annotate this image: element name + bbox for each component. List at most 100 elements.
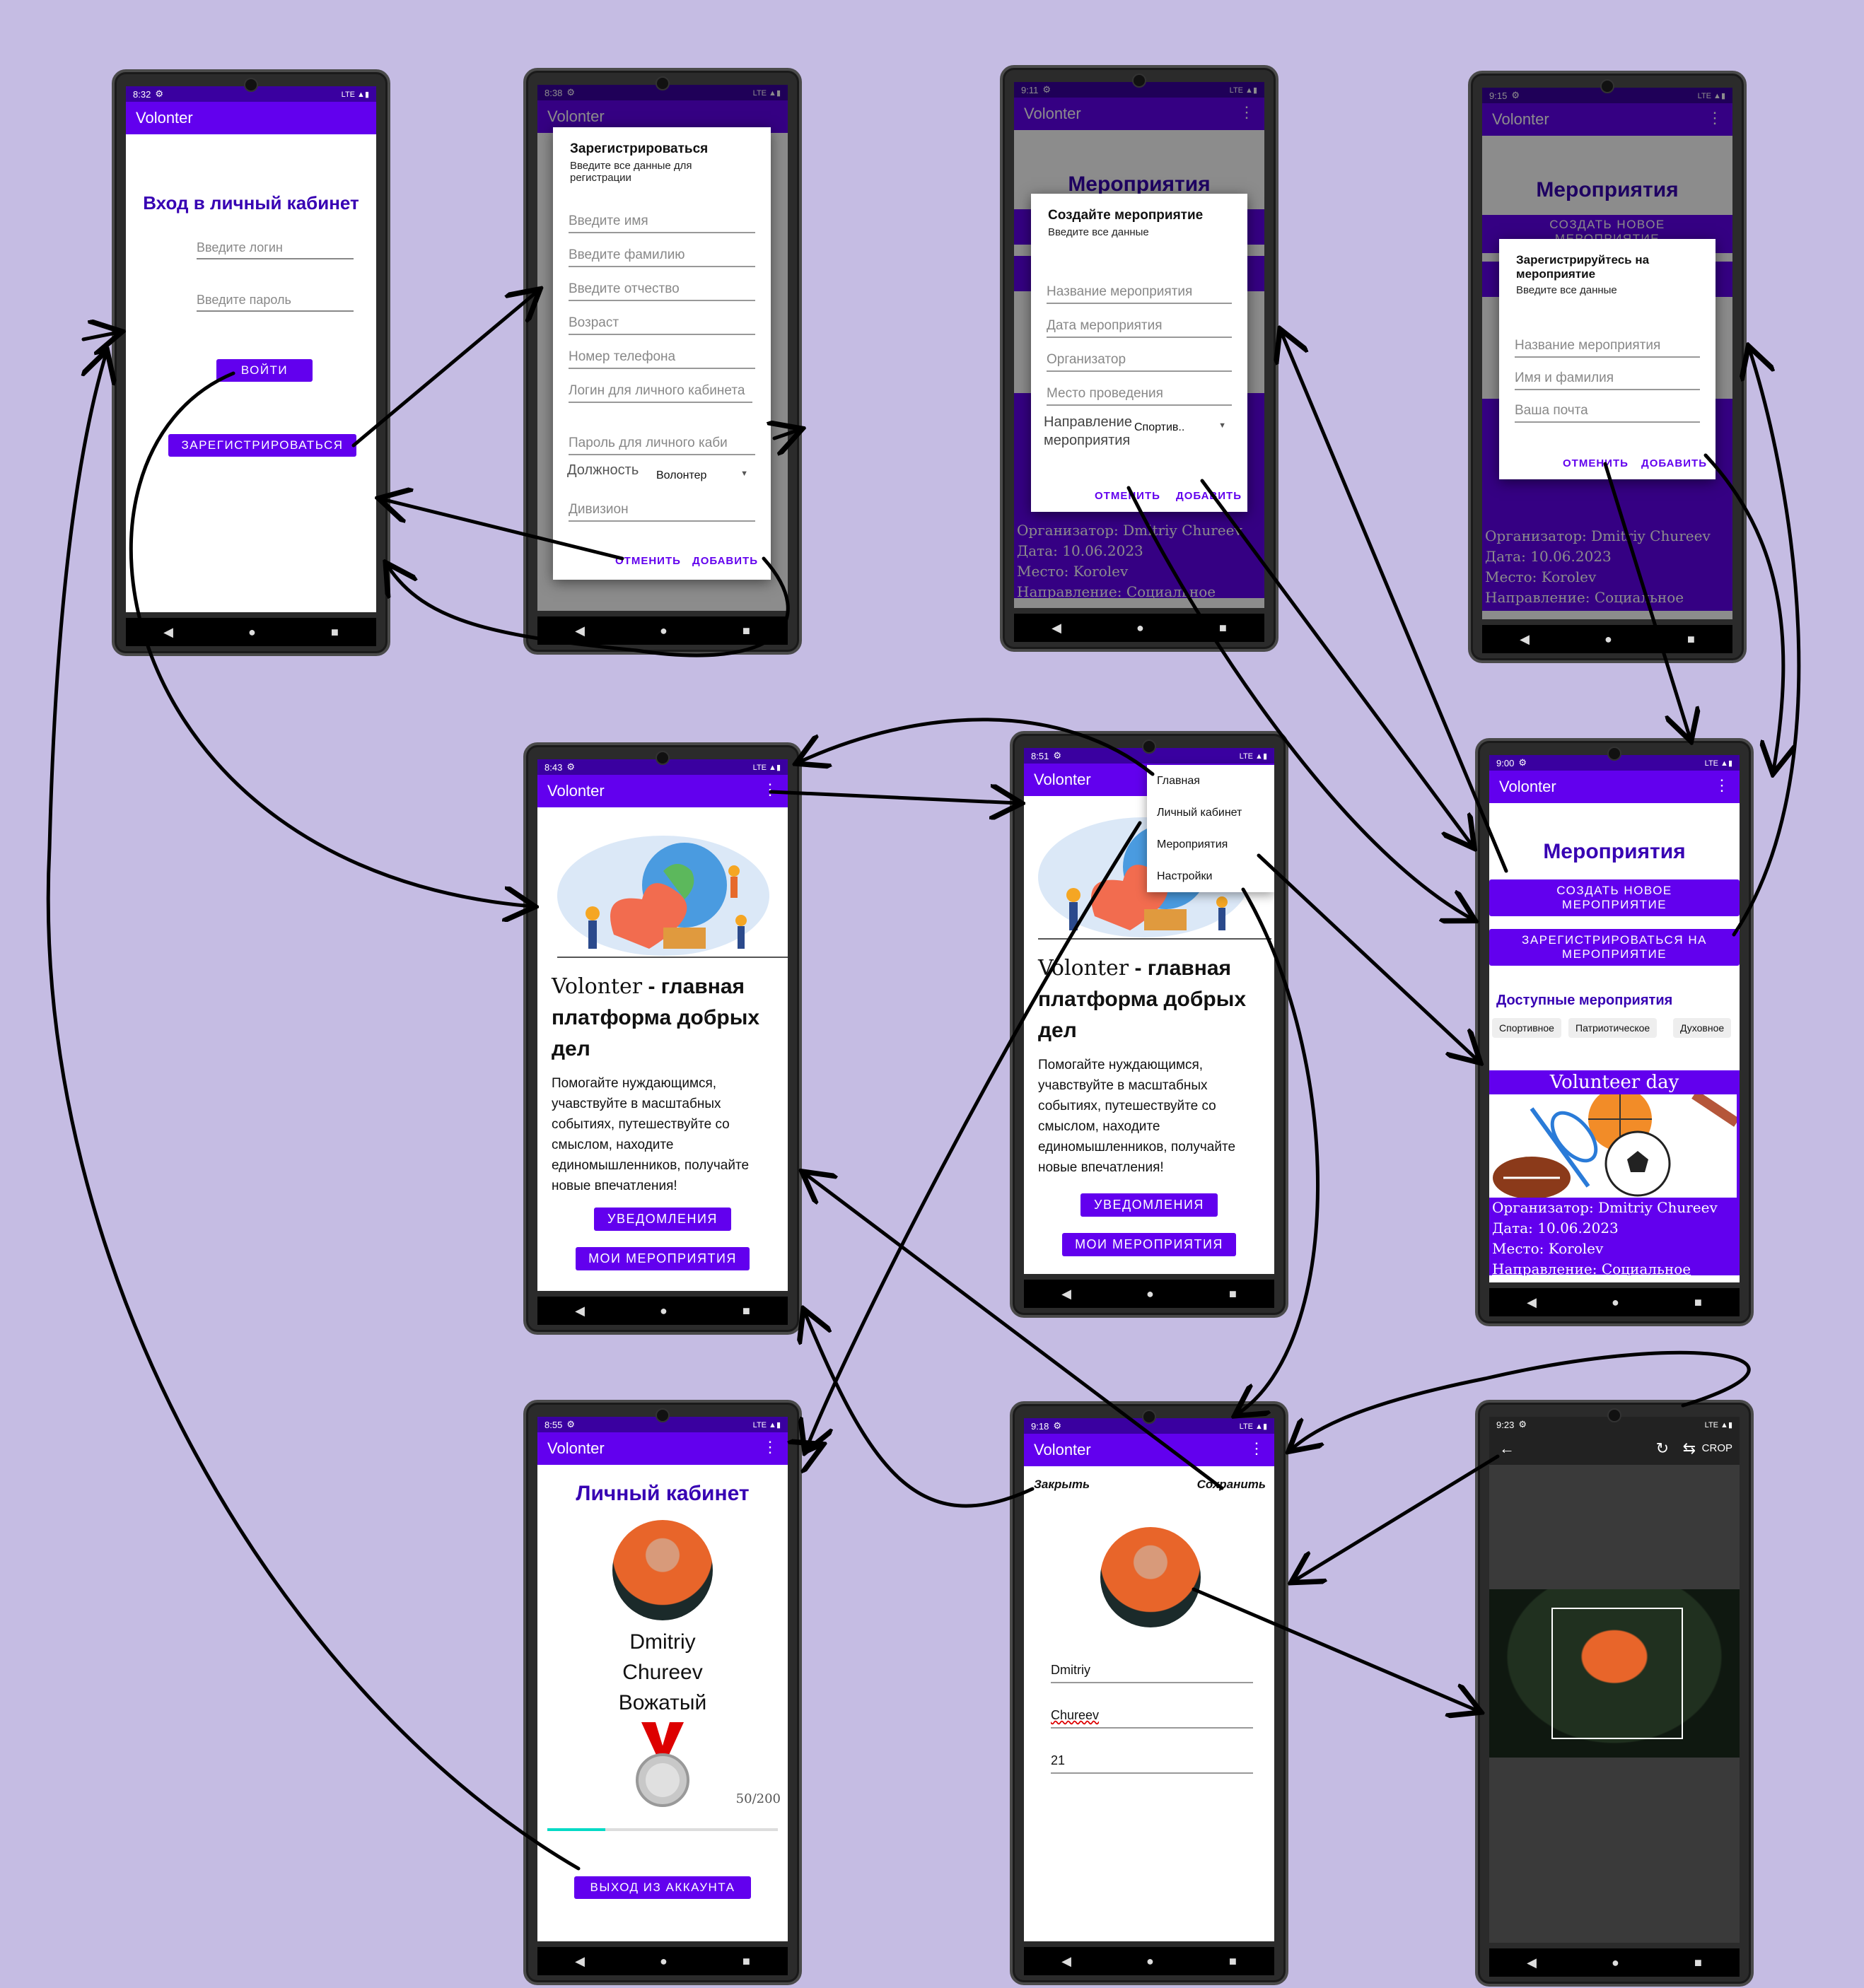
email-field[interactable]: Ваша почта — [1515, 403, 1700, 423]
dialog-subtitle: Введите все данные для регистрации — [570, 160, 692, 184]
direction-select[interactable]: Спортив.. ▼ — [1134, 421, 1226, 434]
login-field[interactable]: Логин для личного кабинета — [569, 383, 752, 403]
menu-item-events[interactable]: Мероприятия — [1147, 829, 1274, 860]
password-field[interactable]: Введите пароль — [197, 293, 354, 312]
direction-value: Спортив.. — [1134, 421, 1185, 433]
cancel-button[interactable]: ОТМЕНИТЬ — [1563, 457, 1629, 469]
role-select[interactable]: Волонтер ▼ — [656, 469, 748, 482]
avatar[interactable] — [612, 1520, 713, 1620]
my-events-button[interactable]: МОИ МЕРОПРИЯТИЯ — [576, 1247, 750, 1270]
recents-icon[interactable]: ■ — [1229, 1954, 1237, 1969]
flip-icon[interactable]: ⇆ — [1683, 1439, 1696, 1458]
join-event-button[interactable]: ЗАРЕГИСТРИРОВАТЬСЯ НА МЕРОПРИЯТИЕ — [1489, 929, 1740, 966]
division-field[interactable]: Дивизион — [569, 502, 755, 522]
nav-bar: ◀ ● ■ — [126, 618, 376, 646]
home-icon[interactable]: ● — [1146, 1954, 1154, 1969]
crop-frame[interactable] — [1551, 1608, 1683, 1739]
notifications-button[interactable]: УВЕДОМЛЕНИЯ — [594, 1208, 731, 1231]
crop-button[interactable]: CROP — [1702, 1442, 1732, 1454]
back-icon[interactable]: ◀ — [1061, 1954, 1071, 1969]
screen-events: 9:00 ⚙ LTE ▲▮ Volonter ⋮ Мероприятия СОЗДАТ… — [1489, 755, 1740, 1282]
password-field[interactable]: Пароль для личного каби — [569, 435, 755, 455]
settings-icon: ⚙ — [566, 761, 575, 772]
close-button[interactable]: Закрыть — [1034, 1478, 1090, 1492]
phone-create-event: 9:11 ⚙ LTE ▲▮ Volonter ⋮ Мероприятия Органи… — [1000, 65, 1278, 652]
back-icon[interactable]: ◀ — [575, 624, 585, 638]
cancel-button[interactable]: ОТМЕНИТЬ — [615, 555, 681, 567]
first-name-field[interactable]: Введите имя — [569, 214, 755, 233]
home-icon[interactable]: ● — [660, 624, 668, 638]
first-name-input[interactable]: Dmitriy — [1051, 1663, 1253, 1683]
create-event-button[interactable]: СОЗДАТЬ НОВОЕ МЕРОПРИЯТИЕ — [1489, 879, 1740, 916]
last-name-input[interactable]: Chureev — [1051, 1708, 1253, 1729]
menu-item-profile[interactable]: Личный кабинет — [1147, 797, 1274, 829]
overflow-menu-icon[interactable]: ⋮ — [1249, 1441, 1264, 1456]
settings-icon: ⚙ — [155, 88, 163, 99]
recents-icon[interactable]: ■ — [1687, 632, 1695, 647]
home-icon[interactable]: ● — [1136, 621, 1144, 636]
chip-sport[interactable]: Спортивное — [1492, 1018, 1561, 1038]
avatar[interactable] — [1100, 1527, 1201, 1627]
home-icon[interactable]: ● — [248, 625, 256, 640]
camera — [1142, 739, 1156, 754]
event-name-field[interactable]: Название мероприятия — [1515, 338, 1700, 358]
logout-button[interactable]: ВЫХОД ИЗ АККАУНТА — [574, 1876, 751, 1899]
middle-name-field[interactable]: Введите отчество — [569, 281, 755, 301]
save-button[interactable]: Сохранить — [1197, 1478, 1266, 1492]
menu-item-home[interactable]: Главная — [1147, 765, 1274, 797]
recents-icon[interactable]: ■ — [742, 624, 750, 638]
back-icon[interactable]: ◀ — [575, 1304, 585, 1318]
back-icon[interactable]: ◀ — [1520, 632, 1530, 647]
recents-icon[interactable]: ■ — [1229, 1287, 1237, 1302]
notifications-button[interactable]: УВЕДОМЛЕНИЯ — [1080, 1193, 1218, 1217]
full-name-field[interactable]: Имя и фамилия — [1515, 370, 1700, 390]
home-icon[interactable]: ● — [1604, 632, 1612, 647]
recents-icon[interactable]: ■ — [742, 1954, 750, 1969]
cancel-button[interactable]: ОТМЕНИТЬ — [1095, 490, 1160, 502]
home-icon[interactable]: ● — [1612, 1955, 1619, 1970]
arrow-back-icon[interactable]: ← — [1499, 1439, 1515, 1458]
recents-icon[interactable]: ■ — [742, 1304, 750, 1318]
overflow-menu-icon[interactable]: ⋮ — [762, 1439, 778, 1455]
age-input[interactable]: 21 — [1051, 1753, 1253, 1774]
recents-icon[interactable]: ■ — [331, 625, 339, 640]
recents-icon[interactable]: ■ — [1694, 1295, 1702, 1310]
back-icon[interactable]: ◀ — [163, 625, 173, 640]
my-events-button[interactable]: МОИ МЕРОПРИЯТИЯ — [1062, 1233, 1236, 1256]
home-icon[interactable]: ● — [660, 1304, 668, 1318]
overflow-menu-icon[interactable]: ⋮ — [762, 782, 778, 797]
login-field[interactable]: Введите логин — [197, 240, 354, 259]
add-button[interactable]: ДОБАВИТЬ — [692, 555, 758, 567]
recents-icon[interactable]: ■ — [1219, 621, 1227, 636]
recents-icon[interactable]: ■ — [1694, 1955, 1702, 1970]
back-icon[interactable]: ◀ — [575, 1954, 585, 1969]
medal-icon — [636, 1722, 689, 1807]
age-field[interactable]: Возраст — [569, 315, 755, 335]
event-date-field[interactable]: Дата мероприятия — [1047, 318, 1232, 338]
back-icon[interactable]: ◀ — [1527, 1295, 1537, 1310]
back-icon[interactable]: ◀ — [1527, 1955, 1537, 1970]
home-icon[interactable]: ● — [1146, 1287, 1154, 1302]
camera — [1607, 747, 1621, 761]
overflow-menu-icon[interactable]: ⋮ — [1714, 778, 1730, 793]
last-name-field[interactable]: Введите фамилию — [569, 247, 755, 267]
register-button[interactable]: ЗАРЕГИСТРИРОВАТЬСЯ — [168, 434, 356, 457]
event-name-field[interactable]: Название мероприятия — [1047, 284, 1232, 304]
login-button[interactable]: ВОЙТИ — [216, 359, 313, 382]
event-card[interactable]: Volunteer day Организатор: Dmitriy Chure… — [1489, 1070, 1740, 1277]
menu-item-settings[interactable]: Настройки — [1147, 860, 1274, 892]
back-icon[interactable]: ◀ — [1061, 1287, 1071, 1302]
back-icon[interactable]: ◀ — [1052, 621, 1061, 636]
home-icon[interactable]: ● — [1612, 1295, 1619, 1310]
add-button[interactable]: ДОБАВИТЬ — [1176, 490, 1242, 502]
app-bar: Volonter ⋮ — [537, 775, 788, 807]
add-button[interactable]: ДОБАВИТЬ — [1641, 457, 1707, 469]
available-events-label: Доступные мероприятия — [1496, 993, 1673, 1008]
chip-patriotic[interactable]: Патриотическое — [1568, 1018, 1658, 1038]
home-icon[interactable]: ● — [660, 1954, 668, 1969]
chip-spiritual[interactable]: Духовное — [1673, 1018, 1732, 1038]
phone-field[interactable]: Номер телефона — [569, 349, 755, 369]
place-field[interactable]: Место проведения — [1047, 386, 1232, 406]
rotate-icon[interactable]: ↻ — [1656, 1439, 1669, 1458]
organizer-field[interactable]: Организатор — [1047, 352, 1232, 372]
